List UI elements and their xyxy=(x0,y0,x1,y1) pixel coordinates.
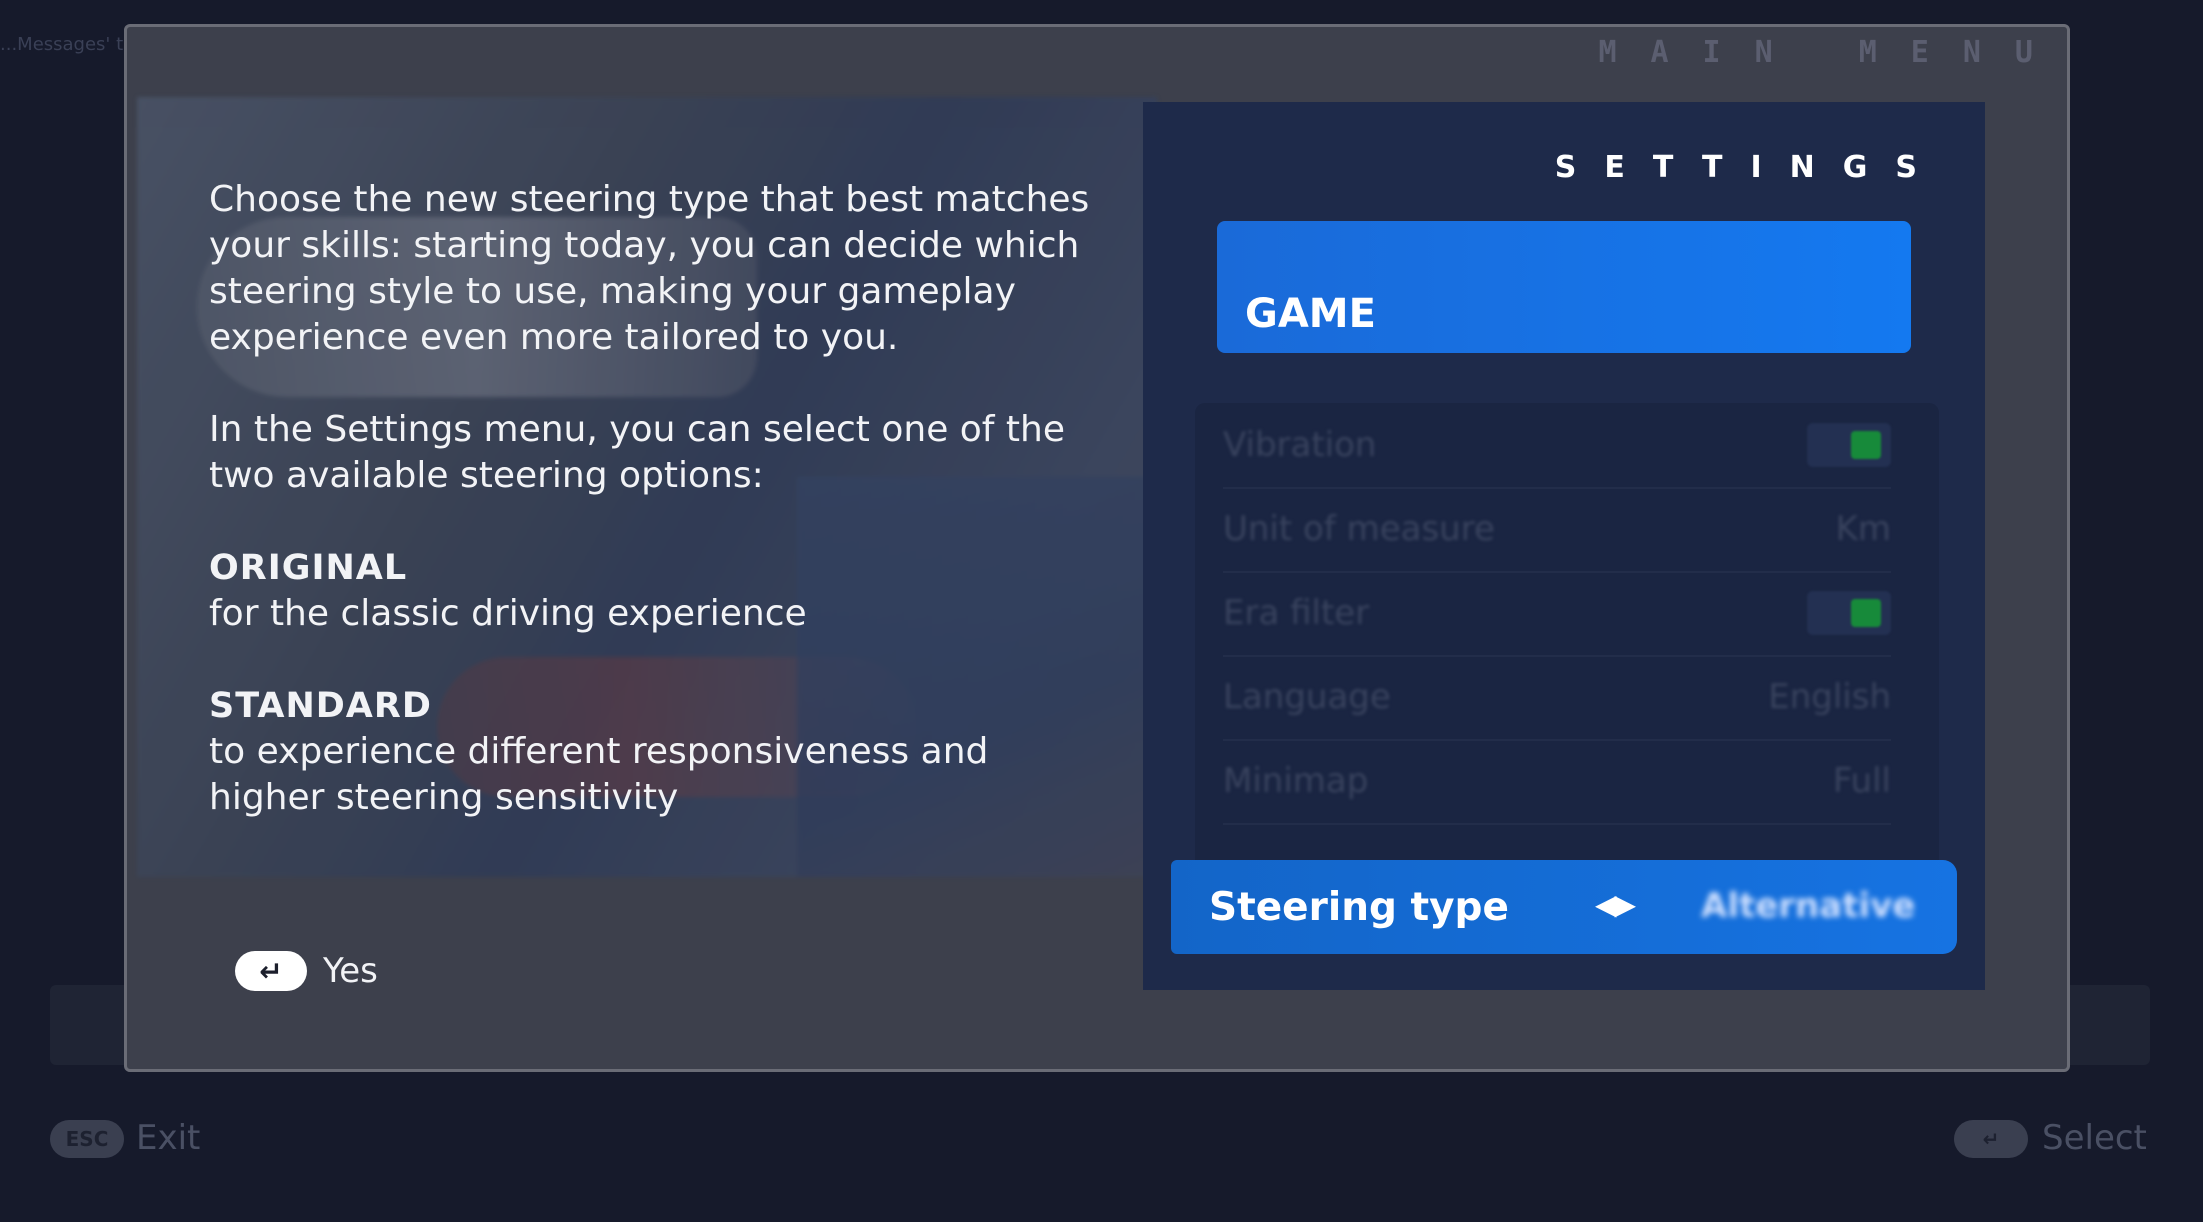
tab-game[interactable]: GAME xyxy=(1217,221,1911,353)
settings-preview: SETTINGS GAME Vibration Unit of measure … xyxy=(1143,102,1985,990)
setting-label: Era filter xyxy=(1223,593,1370,633)
steering-dialog: MAIN MENU Choose the new steering type t… xyxy=(124,24,2070,1072)
setting-value: Km xyxy=(1835,509,1891,549)
option-text: for the classic driving experience xyxy=(209,593,807,634)
description: Choose the new steering type that best m… xyxy=(209,177,1109,867)
select-key-icon[interactable]: ↵ xyxy=(1954,1120,2028,1158)
option-title: ORIGINAL xyxy=(209,548,408,588)
setting-label: Vibration xyxy=(1223,425,1377,465)
option-original: ORIGINAL for the classic driving experie… xyxy=(209,545,1109,637)
setting-value: English xyxy=(1768,677,1891,717)
yes-label[interactable]: Yes xyxy=(323,951,378,991)
settings-title: SETTINGS xyxy=(1554,150,1945,185)
steering-type-value: Alternative xyxy=(1701,886,1916,926)
era-filter-toggle[interactable] xyxy=(1807,591,1891,635)
setting-label: Language xyxy=(1223,677,1391,717)
yes-button[interactable]: ↵ Yes xyxy=(235,951,378,991)
description-paragraph: Choose the new steering type that best m… xyxy=(209,179,1090,358)
tab-game-label: GAME xyxy=(1245,291,1376,337)
setting-value: Full xyxy=(1832,761,1891,801)
setting-row-steering-type[interactable]: Steering type ◀▶ Alternative xyxy=(1171,860,1957,954)
left-right-arrows-icon[interactable]: ◀▶ xyxy=(1595,888,1636,921)
main-menu-title: MAIN MENU xyxy=(1598,35,2067,70)
setting-label: Minimap xyxy=(1223,761,1369,801)
setting-row-language[interactable]: Language English xyxy=(1223,655,1891,741)
setting-row-minimap[interactable]: Minimap Full xyxy=(1223,739,1891,825)
exit-label[interactable]: Exit xyxy=(136,1118,200,1158)
description-paragraph: In the Settings menu, you can select one… xyxy=(209,409,1066,496)
option-standard: STANDARD to experience different respons… xyxy=(209,683,1109,821)
enter-key-icon[interactable]: ↵ xyxy=(235,951,307,991)
esc-key-icon[interactable]: ESC xyxy=(50,1120,124,1158)
setting-label: Unit of measure xyxy=(1223,509,1495,549)
setting-row-vibration[interactable]: Vibration xyxy=(1223,403,1891,489)
option-text: to experience different responsiveness a… xyxy=(209,731,989,818)
setting-row-unit[interactable]: Unit of measure Km xyxy=(1223,487,1891,573)
steering-type-label: Steering type xyxy=(1209,884,1509,930)
setting-row-era-filter[interactable]: Era filter xyxy=(1223,571,1891,657)
vibration-toggle[interactable] xyxy=(1807,423,1891,467)
option-title: STANDARD xyxy=(209,686,432,726)
settings-list: Vibration Unit of measure Km Era filter … xyxy=(1195,403,1939,873)
select-label[interactable]: Select xyxy=(2042,1118,2147,1158)
